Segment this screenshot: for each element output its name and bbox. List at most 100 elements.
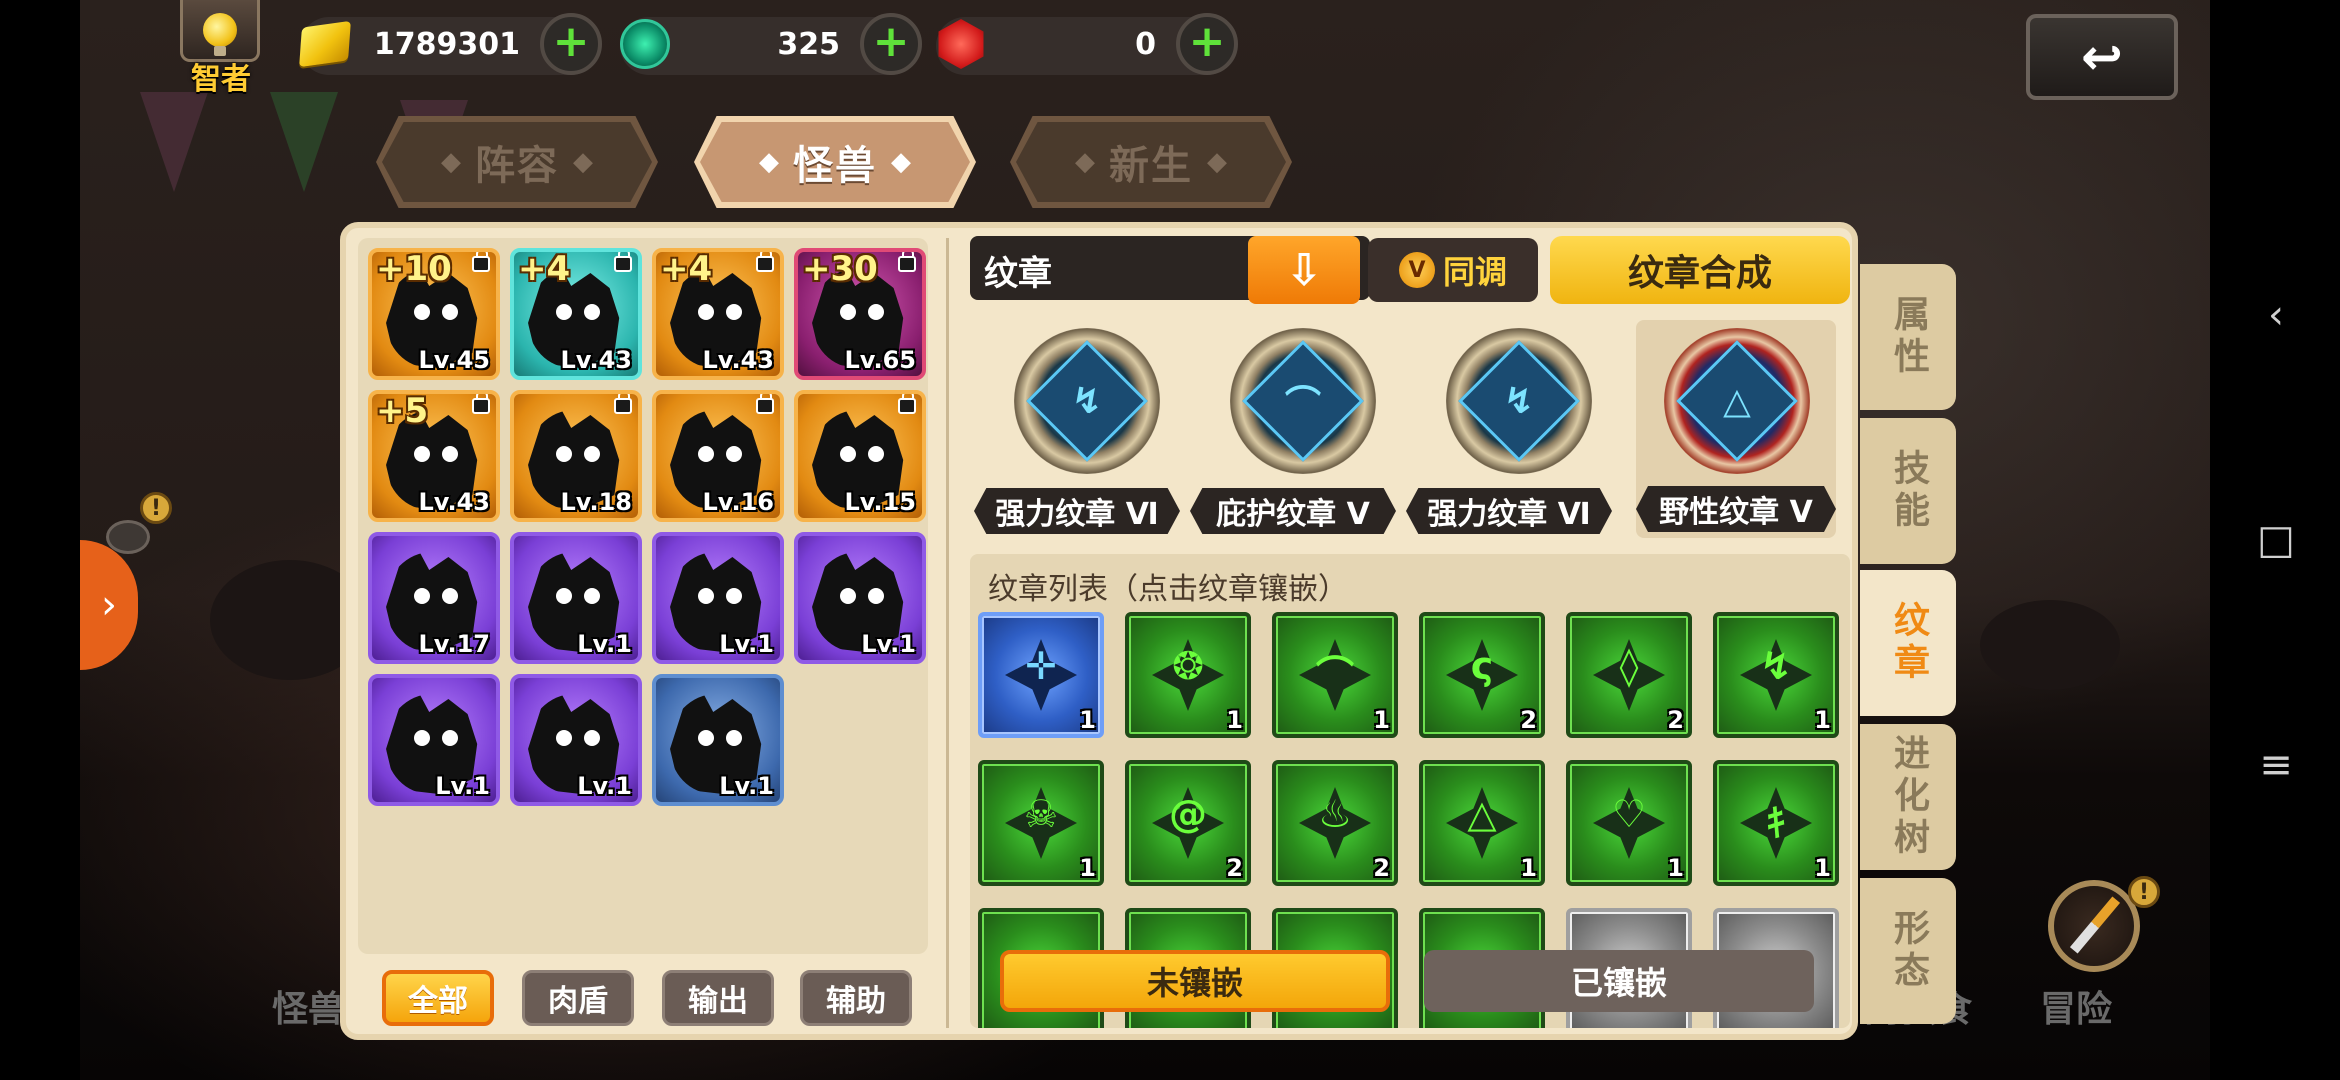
gold-icon	[294, 13, 356, 75]
emblem-item[interactable]: ✛ 1	[978, 612, 1104, 738]
monster-card[interactable]: Lv.1	[652, 532, 784, 664]
resource-gold: 1789301 +	[299, 13, 602, 75]
monster-level: Lv.17	[418, 630, 491, 658]
side-tab-emblem[interactable]: 纹章	[1860, 570, 1956, 716]
monster-card[interactable]: +10 Lv.45	[368, 248, 500, 380]
back-button[interactable]: ↩	[2026, 14, 2178, 100]
monster-level: Lv.16	[702, 488, 775, 516]
filter-damage[interactable]: 输出	[662, 970, 774, 1026]
emblem-slot[interactable]: ↯ 强力纹章 Ⅵ	[1406, 328, 1612, 538]
lock-icon	[756, 252, 774, 272]
back-arrow-icon: ↩	[2081, 28, 2123, 86]
monster-level: Lv.1	[719, 630, 774, 658]
tab-lineup[interactable]: ◆ 阵容 ◆	[376, 116, 658, 208]
monster-card[interactable]: Lv.1	[794, 532, 926, 664]
emblem-glyph: ✛	[1025, 644, 1057, 688]
emblem-glyph: ♡	[1611, 792, 1647, 836]
emblem-item[interactable]: @2	[1125, 760, 1251, 886]
side-tab-form[interactable]: 形态	[1860, 878, 1956, 1024]
emblem-count: 2	[1226, 854, 1243, 882]
side-tab-evolution-tree[interactable]: 进化树	[1860, 724, 1956, 870]
monster-level: Lv.45	[418, 346, 491, 374]
emblem-slot-name: 强力纹章 Ⅵ	[974, 488, 1180, 534]
monster-card[interactable]: Lv.1	[368, 674, 500, 806]
emblem-item[interactable]: △ 1	[1419, 760, 1545, 886]
emblem-combine-button[interactable]: 纹章合成	[1550, 236, 1850, 304]
enhance-level: +10	[376, 249, 452, 289]
monster-card[interactable]: Lv.18	[510, 390, 642, 522]
emblem-slot-name: 庇护纹章 Ⅴ	[1190, 488, 1396, 534]
emblem-item[interactable]: ｷ1	[1713, 760, 1839, 886]
side-tab-skills[interactable]: 技能	[1860, 418, 1956, 564]
gold-value: 1789301	[373, 27, 520, 62]
compass-icon[interactable]	[2048, 880, 2140, 972]
emblem-glyph: ❂	[1172, 644, 1204, 688]
emblem-item[interactable]: ❂ 1	[1125, 612, 1251, 738]
chat-icon[interactable]	[106, 520, 150, 554]
bottom-nav-monster[interactable]: 怪兽	[272, 980, 344, 1032]
inlaid-button[interactable]: 已镶嵌	[1424, 950, 1814, 1012]
unload-all-button[interactable]: ⇩	[1248, 236, 1360, 304]
tab-rebirth[interactable]: ◆ 新生 ◆	[1010, 116, 1292, 208]
lock-icon	[472, 394, 490, 414]
side-tab-attributes[interactable]: 属性	[1860, 264, 1956, 410]
player-rank[interactable]: 智者	[180, 0, 262, 97]
monster-card[interactable]: Lv.1	[652, 674, 784, 806]
monster-card[interactable]: +5 Lv.43	[368, 390, 500, 522]
green-gem-value: 325	[777, 27, 840, 62]
alert-icon: !	[140, 492, 172, 524]
monster-card[interactable]: Lv.16	[652, 390, 784, 522]
emblem-slot[interactable]: ↯ 强力纹章 Ⅵ	[974, 328, 1180, 538]
emblem-item[interactable]: ♡ 1	[1566, 760, 1692, 886]
alert-icon: !	[2128, 876, 2160, 908]
monster-card[interactable]: Lv.15	[794, 390, 926, 522]
monster-level: Lv.18	[560, 488, 633, 516]
monster-card[interactable]: +30 Lv.65	[794, 248, 926, 380]
wild-emblem-icon: △	[1664, 328, 1810, 474]
emblem-slot[interactable]: ⌒ 庇护纹章 Ⅴ	[1190, 328, 1396, 538]
monster-level: Lv.1	[577, 630, 632, 658]
system-menu-icon[interactable]: ≡	[2252, 745, 2300, 785]
monster-card[interactable]: Lv.1	[510, 674, 642, 806]
enhance-level: +4	[660, 249, 713, 289]
sync-button[interactable]: V 同调	[1368, 238, 1538, 302]
emblem-count: 2	[1520, 706, 1537, 734]
monster-card[interactable]: Lv.1	[510, 532, 642, 664]
sync-label: 同调	[1442, 253, 1507, 291]
monster-card[interactable]: +4 Lv.43	[652, 248, 784, 380]
emblem-item[interactable]: ♨ 2	[1272, 760, 1398, 886]
emblem-count: 1	[1079, 854, 1096, 882]
resource-red-gem: 0 +	[936, 13, 1238, 75]
add-gold-button[interactable]: +	[540, 13, 602, 75]
system-home-icon[interactable]: □	[2252, 520, 2300, 560]
emblem-item[interactable]: ◊ 2	[1566, 612, 1692, 738]
not-inlaid-button[interactable]: 未镶嵌	[1000, 950, 1390, 1012]
emblem-slot[interactable]: △ 野性纹章 Ⅴ	[1636, 320, 1836, 538]
add-red-gem-button[interactable]: +	[1176, 13, 1238, 75]
monster-card[interactable]: Lv.17	[368, 532, 500, 664]
vip-badge-icon: V	[1398, 252, 1435, 288]
emblem-glyph: ↯	[1760, 644, 1792, 688]
panel-divider	[946, 238, 949, 1028]
monster-card[interactable]: +4 Lv.43	[510, 248, 642, 380]
filter-all[interactable]: 全部	[382, 970, 494, 1026]
system-back-icon[interactable]: ‹	[2252, 295, 2300, 335]
bottom-nav-adventure[interactable]: 冒险	[2040, 980, 2112, 1032]
shelter-emblem-icon: ⌒	[1230, 328, 1376, 474]
enhance-level: +5	[376, 391, 429, 431]
emblem-item[interactable]: ς2	[1419, 612, 1545, 738]
emblem-glyph: ⌒	[1315, 653, 1354, 697]
tab-monster[interactable]: ◆ 怪兽 ◆	[694, 116, 976, 208]
filter-tank[interactable]: 肉盾	[522, 970, 634, 1026]
lock-icon	[898, 252, 916, 272]
add-green-gem-button[interactable]: +	[860, 13, 922, 75]
lock-icon	[756, 394, 774, 414]
emblem-item[interactable]: ☠ 1	[978, 760, 1104, 886]
emblem-item[interactable]: ⌒ 1	[1272, 612, 1398, 738]
red-gem-value: 0	[1135, 27, 1156, 62]
emblem-count: 1	[1226, 706, 1243, 734]
emblem-item[interactable]: ↯ 1	[1713, 612, 1839, 738]
monster-level: Lv.1	[577, 772, 632, 800]
filter-support[interactable]: 辅助	[800, 970, 912, 1026]
emblem-count: 1	[1814, 854, 1831, 882]
